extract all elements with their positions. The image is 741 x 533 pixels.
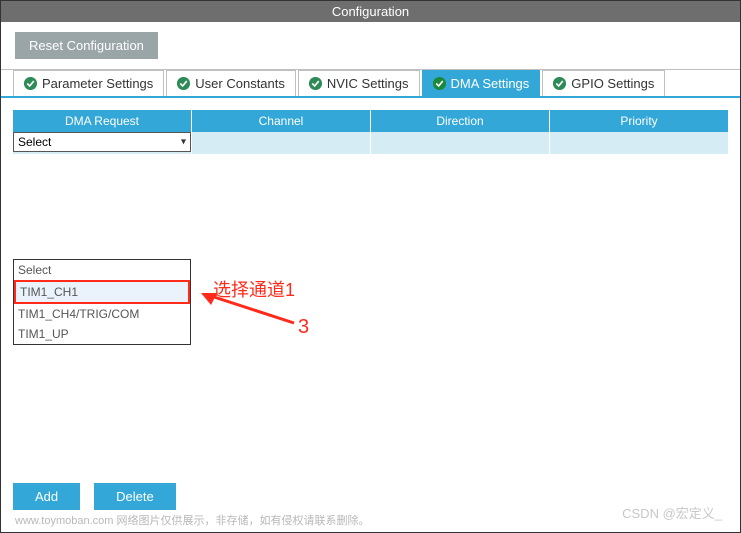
annotation-number: 3 bbox=[298, 316, 309, 339]
dma-table: DMA Request Channel Direction Priority S… bbox=[1, 98, 740, 154]
tab-label: User Constants bbox=[195, 76, 285, 91]
cell-channel bbox=[192, 132, 371, 154]
column-header-dma-request: DMA Request bbox=[13, 110, 192, 132]
tab-bar: Parameter Settings User Constants NVIC S… bbox=[1, 69, 740, 98]
add-label: Add bbox=[35, 489, 58, 504]
tab-label: NVIC Settings bbox=[327, 76, 409, 91]
dropdown-item-tim1-ch1[interactable]: TIM1_CH1 bbox=[14, 280, 190, 304]
dropdown-item-tim1-up[interactable]: TIM1_UP bbox=[14, 324, 190, 344]
check-icon bbox=[433, 77, 446, 90]
tab-dma-settings[interactable]: DMA Settings bbox=[422, 70, 541, 96]
cell-dma-request: Select ▾ bbox=[13, 132, 192, 154]
select-value: Select bbox=[18, 135, 51, 149]
column-header-direction: Direction bbox=[371, 110, 550, 132]
window-title-bar: Configuration bbox=[1, 1, 740, 22]
tab-user-constants[interactable]: User Constants bbox=[166, 70, 296, 96]
table-header-row: DMA Request Channel Direction Priority bbox=[13, 110, 728, 132]
reset-configuration-button[interactable]: Reset Configuration bbox=[15, 32, 158, 59]
chevron-down-icon: ▾ bbox=[181, 137, 186, 148]
watermark-right: CSDN @宏定义_ bbox=[622, 503, 722, 522]
tab-label: DMA Settings bbox=[451, 76, 530, 91]
tab-label: Parameter Settings bbox=[42, 76, 153, 91]
reset-label: Reset Configuration bbox=[29, 38, 144, 53]
cell-direction bbox=[371, 132, 550, 154]
column-header-channel: Channel bbox=[192, 110, 371, 132]
dropdown-item-tim1-ch4[interactable]: TIM1_CH4/TRIG/COM bbox=[14, 304, 190, 324]
check-icon bbox=[177, 77, 190, 90]
content-area: DMA Request Channel Direction Priority S… bbox=[1, 98, 740, 478]
annotation-text: 选择通道1 bbox=[213, 276, 295, 302]
column-header-priority: Priority bbox=[550, 110, 728, 132]
add-button[interactable]: Add bbox=[13, 483, 80, 510]
dma-request-dropdown: Select TIM1_CH1 TIM1_CH4/TRIG/COM TIM1_U… bbox=[13, 259, 191, 345]
check-icon bbox=[309, 77, 322, 90]
window-title: Configuration bbox=[332, 4, 409, 19]
cell-priority bbox=[550, 132, 728, 154]
tab-label: GPIO Settings bbox=[571, 76, 654, 91]
tab-gpio-settings[interactable]: GPIO Settings bbox=[542, 70, 665, 96]
check-icon bbox=[553, 77, 566, 90]
delete-button[interactable]: Delete bbox=[94, 483, 176, 510]
watermark-left: www.toymoban.com 网络图片仅供展示，非存储，如有侵权请联系删除。 bbox=[15, 512, 369, 528]
delete-label: Delete bbox=[116, 489, 154, 504]
dma-request-select[interactable]: Select ▾ bbox=[13, 132, 191, 152]
dropdown-item-select[interactable]: Select bbox=[14, 260, 190, 280]
table-row: Select ▾ bbox=[13, 132, 728, 154]
tab-nvic-settings[interactable]: NVIC Settings bbox=[298, 70, 420, 96]
check-icon bbox=[24, 77, 37, 90]
footer-buttons: Add Delete bbox=[13, 483, 176, 510]
tab-parameter-settings[interactable]: Parameter Settings bbox=[13, 70, 164, 96]
